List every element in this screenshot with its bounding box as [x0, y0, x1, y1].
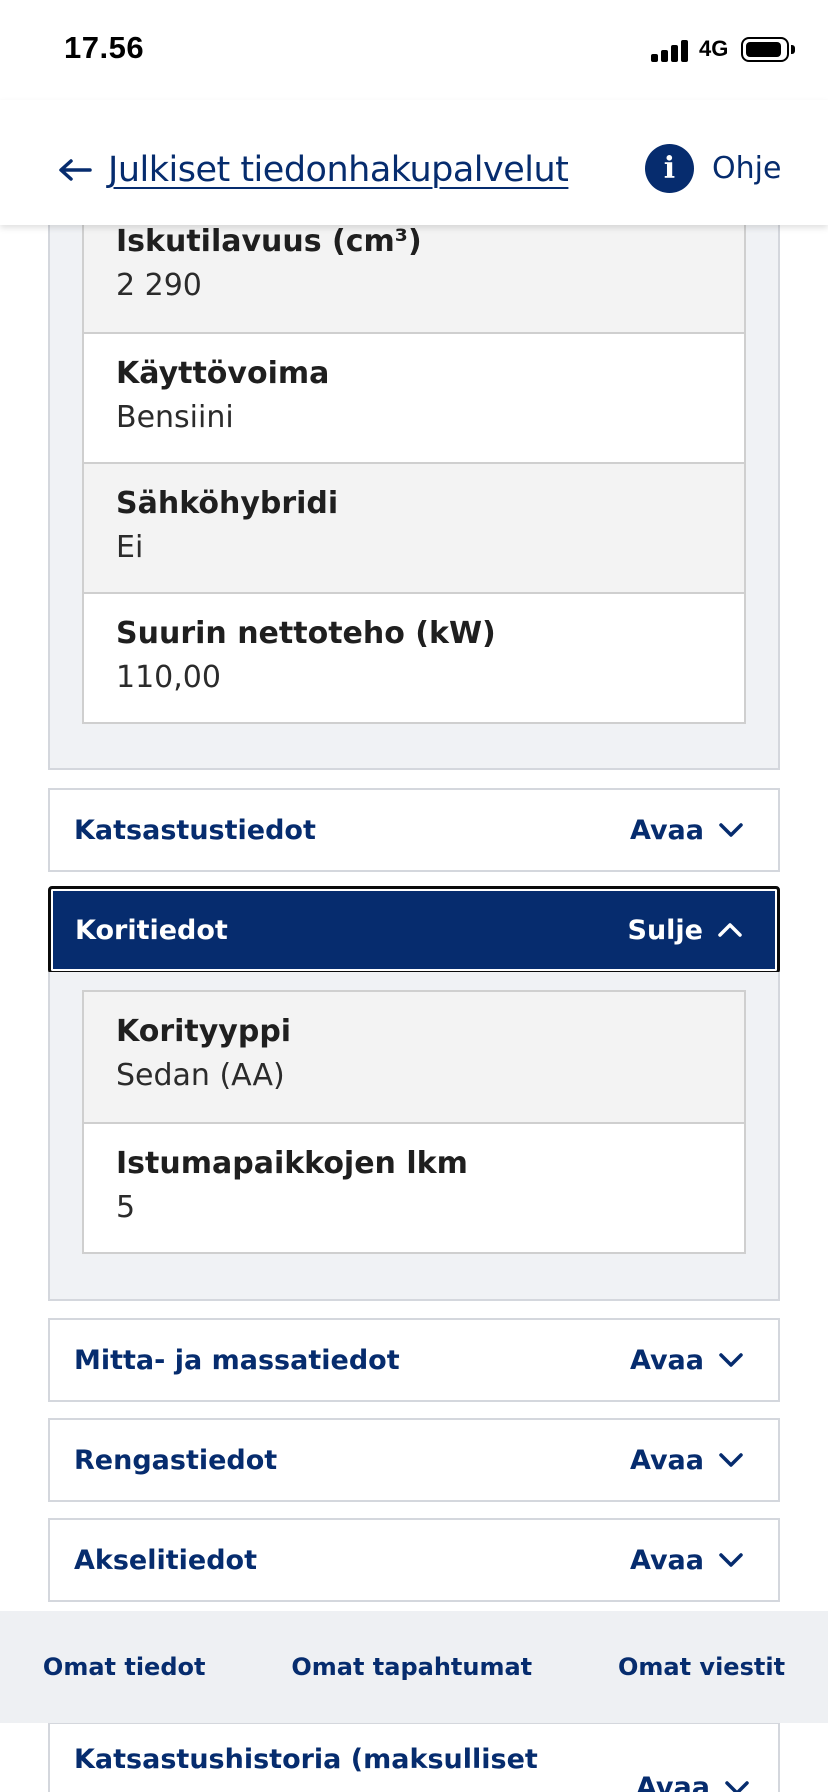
accordion-katsastustiedot[interactable]: Katsastustiedot Avaa [48, 788, 780, 872]
accordion-toggle[interactable]: Avaa [630, 1545, 744, 1576]
nav-omat-viestit[interactable]: Omat viestit [618, 1653, 785, 1681]
accordion-toggle-label: Avaa [630, 814, 704, 846]
accordion-katsastushistoria[interactable]: Katsastushistoria (maksulliset Avaa [48, 1722, 780, 1792]
accordion-toggle-label: Avaa [630, 1544, 704, 1576]
field-value: 2 290 [116, 268, 202, 303]
bottom-nav: Omat tiedot Omat tapahtumat Omat viestit [0, 1611, 828, 1723]
body-field-table: Korityyppi Sedan (AA) Istumapaikkojen lk… [82, 990, 746, 1254]
field-label: Sähköhybridi [116, 486, 339, 521]
accordion-mitta-ja-massatiedot[interactable]: Mitta- ja massatiedot Avaa [48, 1318, 780, 1402]
accordion-rengastiedot[interactable]: Rengastiedot Avaa [48, 1418, 780, 1502]
field-label: Istumapaikkojen lkm [116, 1146, 468, 1181]
accordion-toggle[interactable]: Avaa [630, 1345, 744, 1376]
accordion-toggle[interactable]: Avaa [636, 1772, 750, 1792]
nav-omat-tapahtumat[interactable]: Omat tapahtumat [291, 1653, 532, 1681]
field-value: Bensiini [116, 400, 234, 435]
chevron-down-icon [725, 1780, 749, 1792]
field-row-body-type: Korityyppi Sedan (AA) [84, 992, 744, 1122]
back-link[interactable]: Julkiset tiedonhakupalvelut [58, 145, 569, 195]
chevron-up-icon [718, 923, 742, 937]
back-link-label: Julkiset tiedonhakupalvelut [108, 150, 569, 190]
accordion-koritiedot[interactable]: Koritiedot Sulje [48, 886, 780, 974]
field-label: Iskutilavuus (cm³) [116, 224, 422, 259]
chevron-down-icon [719, 1353, 743, 1367]
accordion-title: Akselitiedot [74, 1544, 258, 1576]
field-row-fuel: Käyttövoima Bensiini [84, 332, 744, 462]
help-button[interactable]: i Ohje [645, 144, 781, 193]
chevron-down-icon [719, 1453, 743, 1467]
chevron-down-icon [719, 1553, 743, 1567]
network-type: 4G [699, 36, 729, 61]
field-value: 5 [116, 1190, 136, 1225]
accordion-toggle-label: Avaa [630, 1444, 704, 1476]
field-value: Sedan (AA) [116, 1058, 285, 1093]
accordion-akselitiedot[interactable]: Akselitiedot Avaa [48, 1518, 780, 1602]
accordion-title: Katsastushistoria (maksulliset [74, 1744, 538, 1775]
info-icon: i [645, 144, 694, 193]
field-row-power: Suurin nettoteho (kW) 110,00 [84, 592, 744, 722]
accordion-title: Katsastustiedot [74, 814, 316, 846]
accordion-toggle[interactable]: Avaa [630, 815, 744, 846]
accordion-toggle[interactable]: Avaa [630, 1445, 744, 1476]
help-label: Ohje [712, 151, 782, 186]
field-value: 110,00 [116, 660, 221, 695]
page-header: Julkiset tiedonhakupalvelut i Ohje [0, 100, 828, 225]
battery-cap [791, 45, 795, 54]
accordion-toggle-label: Avaa [630, 1344, 704, 1376]
field-label: Korityyppi [116, 1014, 292, 1049]
chevron-down-icon [719, 823, 743, 837]
accordion-toggle[interactable]: Sulje [628, 915, 744, 946]
accordion-toggle-label: Avaa [636, 1772, 710, 1792]
battery-icon [741, 37, 789, 62]
cellular-signal-icon [651, 38, 689, 62]
accordion-title: Mitta- ja massatiedot [74, 1344, 400, 1376]
page-content: Iskutilavuus (cm³) 2 290 Käyttövoima Ben… [0, 0, 828, 1792]
status-time: 17.56 [64, 30, 145, 65]
field-value: Ei [116, 530, 144, 565]
accordion-toggle-label: Sulje [627, 914, 704, 946]
accordion-title: Rengastiedot [74, 1444, 278, 1476]
field-row-seats: Istumapaikkojen lkm 5 [84, 1122, 744, 1252]
field-row-hybrid: Sähköhybridi Ei [84, 462, 744, 592]
status-bar: 17.56 4G [0, 0, 828, 100]
arrow-left-icon [59, 159, 92, 181]
accordion-title: Koritiedot [75, 914, 228, 946]
engine-field-table: Iskutilavuus (cm³) 2 290 Käyttövoima Ben… [82, 200, 746, 724]
field-label: Suurin nettoteho (kW) [116, 616, 496, 651]
field-label: Käyttövoima [116, 356, 330, 391]
nav-omat-tiedot[interactable]: Omat tiedot [43, 1653, 206, 1681]
